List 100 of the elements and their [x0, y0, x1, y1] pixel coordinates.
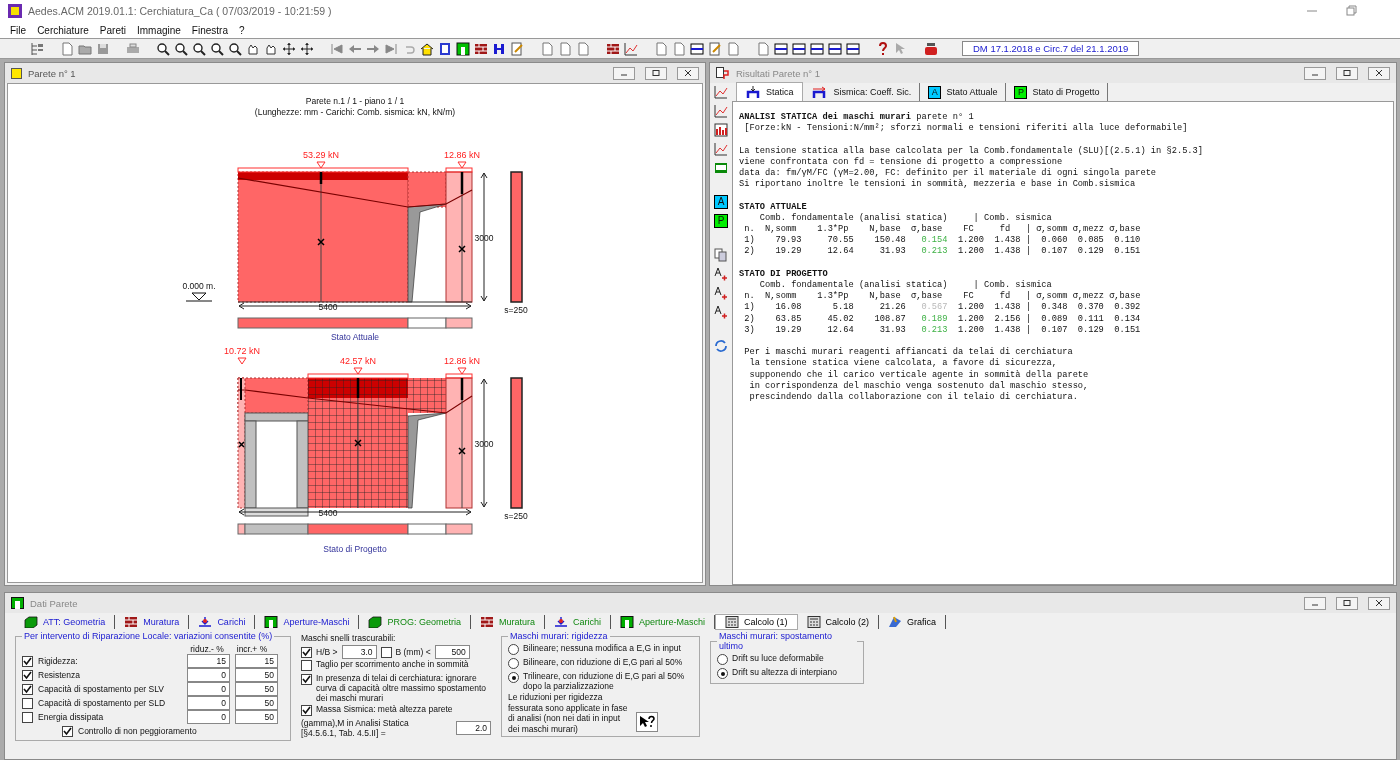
minimize-icon[interactable] — [1304, 66, 1326, 80]
bars-icon[interactable] — [828, 41, 842, 56]
bars-icon[interactable] — [846, 41, 860, 56]
state-toggle-button[interactable]: A — [714, 195, 728, 209]
minimize-icon[interactable] — [1304, 596, 1326, 610]
checkbox[interactable] — [301, 674, 312, 685]
input-field[interactable]: 50 — [235, 668, 278, 682]
close-icon[interactable] — [677, 66, 699, 80]
checkbox[interactable] — [22, 711, 33, 723]
minimize-icon[interactable] — [613, 66, 635, 80]
maximize-icon[interactable] — [1336, 66, 1358, 80]
input-field[interactable]: 2.0 — [456, 721, 491, 735]
move-icon[interactable] — [282, 41, 296, 56]
graph-icon[interactable] — [624, 41, 638, 56]
page-icon[interactable] — [540, 41, 554, 56]
font-icon[interactable] — [714, 305, 728, 319]
beam-icon[interactable] — [492, 41, 506, 56]
norm-reference-label[interactable]: DM 17.1.2018 e Circ.7 del 21.1.2019 — [962, 41, 1140, 56]
data-tab[interactable]: Aperture-Maschi — [611, 615, 715, 629]
bars-icon[interactable] — [690, 41, 704, 56]
door-icon[interactable] — [456, 41, 470, 56]
close-icon[interactable] — [1368, 66, 1390, 80]
data-tab[interactable]: Muratura — [470, 615, 545, 629]
input-field[interactable]: 15 — [235, 654, 278, 668]
data-tab[interactable]: Grafica — [879, 615, 947, 629]
input-field[interactable]: 15 — [187, 654, 230, 668]
data-tab[interactable]: Carichi — [544, 615, 611, 629]
menu-item[interactable]: ? — [239, 24, 245, 36]
result-tab[interactable]: Statica — [736, 82, 803, 101]
house-icon[interactable] — [420, 41, 434, 56]
data-tab[interactable]: Calcolo (2) — [797, 615, 880, 629]
checkbox[interactable] — [22, 655, 33, 667]
zoom-icon[interactable] — [192, 41, 206, 56]
input-field[interactable]: 0 — [187, 682, 230, 696]
help-button[interactable] — [636, 712, 658, 732]
video-icon[interactable] — [924, 41, 938, 56]
input-field[interactable]: 0 — [187, 668, 230, 682]
zoom-icon[interactable] — [210, 41, 224, 56]
data-tab[interactable]: PROG: Geometria — [359, 615, 471, 629]
checkbox[interactable] — [22, 697, 33, 709]
page-icon[interactable] — [558, 41, 572, 56]
menu-item[interactable]: Pareti — [99, 24, 126, 36]
checkbox[interactable] — [301, 705, 312, 716]
zoom-icon[interactable] — [228, 41, 242, 56]
brick-icon[interactable] — [606, 41, 620, 56]
question-icon[interactable] — [876, 41, 890, 56]
checkbox[interactable] — [380, 646, 392, 658]
radio-button[interactable] — [717, 668, 728, 679]
page-icon[interactable] — [60, 41, 74, 56]
bars-icon[interactable] — [714, 123, 728, 137]
move-icon[interactable] — [300, 41, 314, 56]
data-tab[interactable]: Aperture-Maschi — [255, 615, 360, 629]
input-field[interactable]: 3.0 — [341, 645, 377, 659]
frame-icon[interactable] — [438, 41, 452, 56]
page-icon[interactable] — [726, 41, 740, 56]
checkbox[interactable] — [301, 646, 312, 658]
zoom-icon[interactable] — [156, 41, 170, 56]
close-icon[interactable] — [1368, 596, 1390, 610]
input-field[interactable]: 0 — [187, 696, 230, 710]
bars-icon[interactable] — [774, 41, 788, 56]
radio-button[interactable] — [508, 672, 519, 683]
menu-item[interactable]: Finestra — [191, 24, 228, 36]
page-icon[interactable] — [654, 41, 668, 56]
checkbox[interactable] — [22, 683, 33, 695]
data-tab[interactable]: Muratura — [115, 615, 190, 629]
menu-item[interactable]: File — [10, 24, 27, 36]
refresh-icon[interactable] — [714, 339, 728, 353]
menu-item[interactable]: Cerchiature — [37, 24, 89, 36]
graph-icon[interactable] — [714, 142, 728, 156]
bars-icon[interactable] — [792, 41, 806, 56]
font-icon[interactable] — [714, 267, 728, 281]
bars-icon[interactable] — [810, 41, 824, 56]
radio-button[interactable] — [508, 658, 519, 669]
maximize-icon[interactable] — [645, 66, 667, 80]
graph-icon[interactable] — [714, 85, 728, 99]
radio-button[interactable] — [717, 654, 728, 665]
radio-button[interactable] — [508, 644, 519, 655]
graph-icon[interactable] — [714, 104, 728, 118]
copy-icon[interactable] — [714, 248, 728, 262]
zoom-icon[interactable] — [174, 41, 188, 56]
input-field[interactable]: 0 — [187, 710, 230, 724]
input-field[interactable]: 50 — [235, 710, 278, 724]
checkbox[interactable] — [62, 725, 73, 737]
table-icon[interactable] — [714, 161, 728, 175]
data-tab[interactable]: Carichi — [189, 615, 256, 629]
input-field[interactable]: 50 — [235, 682, 278, 696]
state-toggle-button[interactable]: P — [714, 214, 728, 228]
tree-icon[interactable] — [30, 41, 44, 56]
checkbox[interactable] — [301, 660, 312, 671]
input-field[interactable]: 50 — [235, 696, 278, 710]
checkbox[interactable] — [22, 669, 33, 681]
maximize-icon[interactable] — [1336, 596, 1358, 610]
last-icon[interactable] — [384, 41, 398, 56]
brick-icon[interactable] — [474, 41, 488, 56]
first-icon[interactable] — [330, 41, 344, 56]
data-tab[interactable]: Calcolo (1) — [715, 614, 798, 630]
input-field[interactable]: 500 — [434, 645, 470, 659]
menu-item[interactable]: Immagine — [136, 24, 181, 36]
font-icon[interactable] — [714, 286, 728, 300]
data-tab[interactable]: ATT: Geometria — [15, 615, 116, 629]
